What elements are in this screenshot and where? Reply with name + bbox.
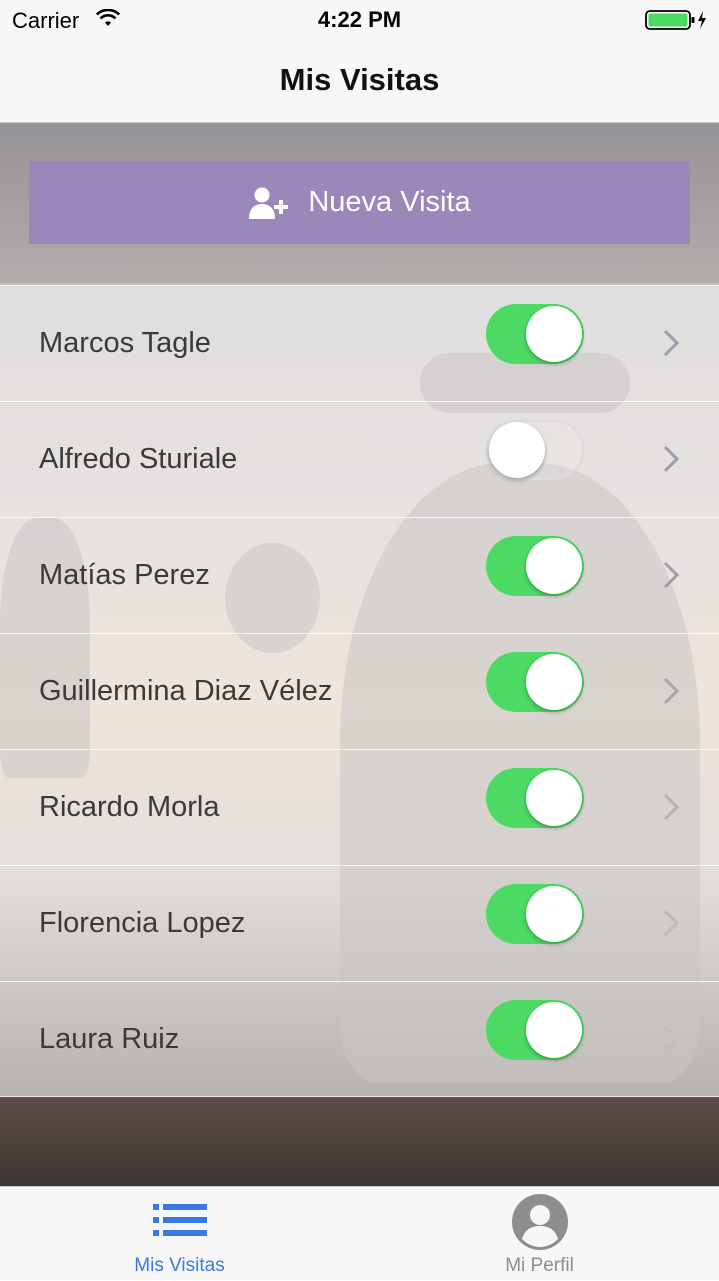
battery-charging-icon [645,9,709,36]
visitor-name: Alfredo Sturiale [39,443,238,475]
navigation-bar: Mis Visitas [0,40,719,123]
new-visit-label: Nueva Visita [308,186,471,218]
list-item[interactable]: Florencia Lopez [0,865,719,981]
list-item[interactable]: Matías Perez [0,517,719,633]
visit-toggle[interactable] [486,768,584,828]
list-item[interactable]: Guillermina Diaz Vélez [0,633,719,749]
visit-toggle[interactable] [486,652,584,712]
visit-toggle[interactable] [486,536,584,596]
add-user-icon [249,187,289,219]
visitor-name: Marcos Tagle [39,327,211,359]
visitor-name: Guillermina Diaz Vélez [39,675,333,707]
chevron-right-icon[interactable] [662,909,680,942]
visitor-name: Laura Ruiz [39,1023,180,1055]
tab-mi-perfil[interactable]: Mi Perfil [360,1187,719,1281]
visits-list: Marcos Tagle Alfredo Sturiale Matías Per… [0,285,719,1097]
tab-mis-visitas[interactable]: Mis Visitas [0,1187,359,1281]
page-title: Mis Visitas [279,62,440,97]
list-item[interactable]: Alfredo Sturiale [0,401,719,517]
list-item[interactable]: Ricardo Morla [0,749,719,865]
chevron-right-icon[interactable] [662,1025,680,1058]
list-item[interactable]: Marcos Tagle [0,285,719,401]
tab-label: Mi Perfil [505,1255,574,1276]
tab-label: Mis Visitas [134,1255,225,1276]
visit-toggle[interactable] [486,1000,584,1060]
chevron-right-icon[interactable] [662,793,680,826]
profile-icon [511,1193,569,1256]
visit-toggle[interactable] [486,420,584,480]
status-bar: Carrier 4:22 PM [0,0,719,40]
chevron-right-icon[interactable] [662,677,680,710]
chevron-right-icon[interactable] [662,329,680,362]
visits-content: Nueva Visita Marcos Tagle Alfredo Sturia… [0,123,719,1186]
clock: 4:22 PM [317,7,402,32]
new-visit-button[interactable]: Nueva Visita [29,161,690,244]
list-icon [152,1203,207,1242]
chevron-right-icon[interactable] [662,561,680,594]
visitor-name: Matías Perez [39,559,210,591]
visit-toggle[interactable] [486,304,584,364]
visitor-name: Florencia Lopez [39,907,246,939]
list-item[interactable]: Laura Ruiz [0,981,719,1097]
visitor-name: Ricardo Morla [39,791,220,823]
tab-bar: Mis Visitas Mi Perfil [0,1186,719,1280]
visit-toggle[interactable] [486,884,584,944]
chevron-right-icon[interactable] [662,445,680,478]
